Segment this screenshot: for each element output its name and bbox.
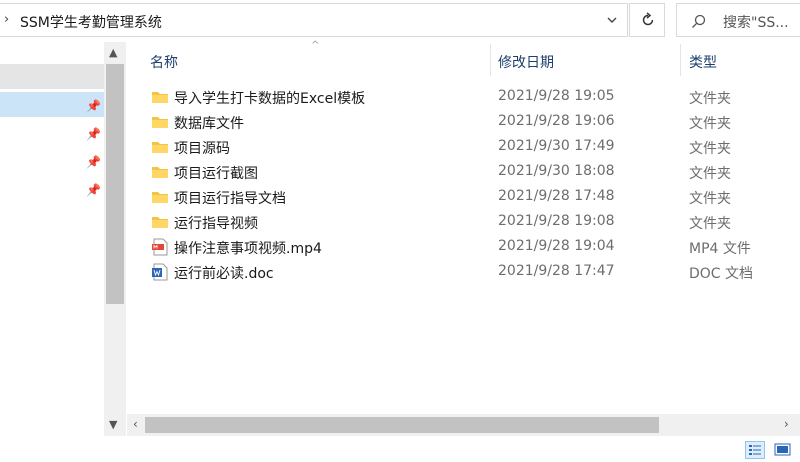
file-date: 2021/9/28 17:48 <box>498 188 615 204</box>
pin-icon[interactable]: 📌 <box>86 183 101 197</box>
large-icons-view-icon <box>774 443 791 456</box>
large-icons-view-button[interactable] <box>773 441 793 459</box>
file-type: 文件夹 <box>689 191 731 207</box>
sort-ascending-icon: ^ <box>311 40 320 51</box>
file-date: 2021/9/28 19:06 <box>498 113 615 129</box>
file-type: 文件夹 <box>689 116 731 132</box>
column-divider[interactable] <box>680 44 681 76</box>
details-view-icon <box>749 445 761 455</box>
scroll-down-icon[interactable]: ▼ <box>109 418 117 431</box>
file-type: 文件夹 <box>689 166 731 182</box>
folder-icon <box>152 217 168 228</box>
folder-icon <box>152 142 168 153</box>
breadcrumb-chevron-icon[interactable]: › <box>4 12 9 27</box>
status-bar <box>0 436 800 462</box>
address-bar[interactable]: › SSM学生考勤管理系统 <box>0 3 628 37</box>
file-row[interactable]: 项目运行指导文档 2021/9/28 17:48 文件夹 <box>127 184 800 209</box>
horizontal-scrollbar[interactable]: ‹ › <box>127 414 800 436</box>
file-name: 运行指导视频 <box>174 216 258 232</box>
pin-icon[interactable]: 📌 <box>86 155 101 169</box>
top-bar: › SSM学生考勤管理系统 搜索"SS... <box>0 0 800 40</box>
file-row[interactable]: 运行前必读.doc 2021/9/28 17:47 DOC 文档 <box>127 259 800 284</box>
word-doc-icon <box>152 263 168 281</box>
file-date: 2021/9/28 19:08 <box>498 213 615 229</box>
refresh-button[interactable] <box>629 3 665 37</box>
nav-vertical-scrollbar[interactable]: ▲ ▼ <box>104 42 126 436</box>
column-type-header[interactable]: 类型 <box>689 52 717 72</box>
search-icon <box>692 14 706 28</box>
file-name: 项目运行截图 <box>174 166 258 182</box>
file-name: 项目源码 <box>174 141 230 157</box>
file-type: DOC 文档 <box>689 266 754 282</box>
file-name: 运行前必读.doc <box>174 266 274 282</box>
file-name: 导入学生打卡数据的Excel模板 <box>174 91 366 107</box>
column-date-header[interactable]: 修改日期 <box>498 52 554 72</box>
search-placeholder[interactable]: 搜索"SS... <box>723 12 789 32</box>
file-name: 项目运行指导文档 <box>174 191 286 207</box>
refresh-icon <box>642 12 654 26</box>
scroll-left-icon[interactable]: ‹ <box>133 417 138 431</box>
file-date: 2021/9/30 18:08 <box>498 163 615 179</box>
folder-icon <box>152 117 168 128</box>
file-date: 2021/9/28 17:47 <box>498 263 615 279</box>
pin-icon[interactable]: 📌 <box>86 127 101 141</box>
column-divider[interactable] <box>490 44 491 76</box>
folder-icon <box>152 192 168 203</box>
file-date: 2021/9/28 19:04 <box>498 238 615 254</box>
file-row[interactable]: 操作注意事项视频.mp4 2021/9/28 19:04 MP4 文件 <box>127 234 800 259</box>
file-date: 2021/9/28 19:05 <box>498 88 615 104</box>
mp4-file-icon <box>152 238 168 256</box>
file-row[interactable]: 运行指导视频 2021/9/28 19:08 文件夹 <box>127 209 800 234</box>
file-type: MP4 文件 <box>689 241 751 257</box>
pin-icon[interactable]: 📌 <box>86 99 101 113</box>
file-row[interactable]: 项目运行截图 2021/9/30 18:08 文件夹 <box>127 159 800 184</box>
scroll-thumb[interactable] <box>106 64 124 304</box>
scroll-thumb[interactable] <box>145 417 659 433</box>
folder-icon <box>152 92 168 103</box>
scroll-up-icon[interactable]: ▲ <box>109 46 117 59</box>
search-box[interactable]: 搜索"SS... <box>676 3 800 37</box>
details-view-button[interactable] <box>745 441 765 459</box>
address-dropdown-icon[interactable] <box>605 11 619 29</box>
column-name-header[interactable]: 名称 <box>150 52 178 72</box>
file-type: 文件夹 <box>689 141 731 157</box>
file-type: 文件夹 <box>689 91 731 107</box>
file-type: 文件夹 <box>689 216 731 232</box>
file-row[interactable]: 项目源码 2021/9/30 17:49 文件夹 <box>127 134 800 159</box>
file-date: 2021/9/30 17:49 <box>498 138 615 154</box>
nav-item-hover[interactable] <box>0 64 104 89</box>
file-row[interactable]: 数据库文件 2021/9/28 19:06 文件夹 <box>127 109 800 134</box>
scroll-right-icon[interactable]: › <box>784 417 789 431</box>
file-name: 数据库文件 <box>174 116 244 132</box>
folder-icon <box>152 167 168 178</box>
address-path[interactable]: SSM学生考勤管理系统 <box>20 12 162 32</box>
navigation-pane: 📌 📌 📌 📌 <box>0 42 104 436</box>
column-header: ^ 名称 修改日期 类型 <box>127 40 800 78</box>
file-name: 操作注意事项视频.mp4 <box>174 241 322 257</box>
file-row[interactable]: 导入学生打卡数据的Excel模板 2021/9/28 19:05 文件夹 <box>127 84 800 109</box>
